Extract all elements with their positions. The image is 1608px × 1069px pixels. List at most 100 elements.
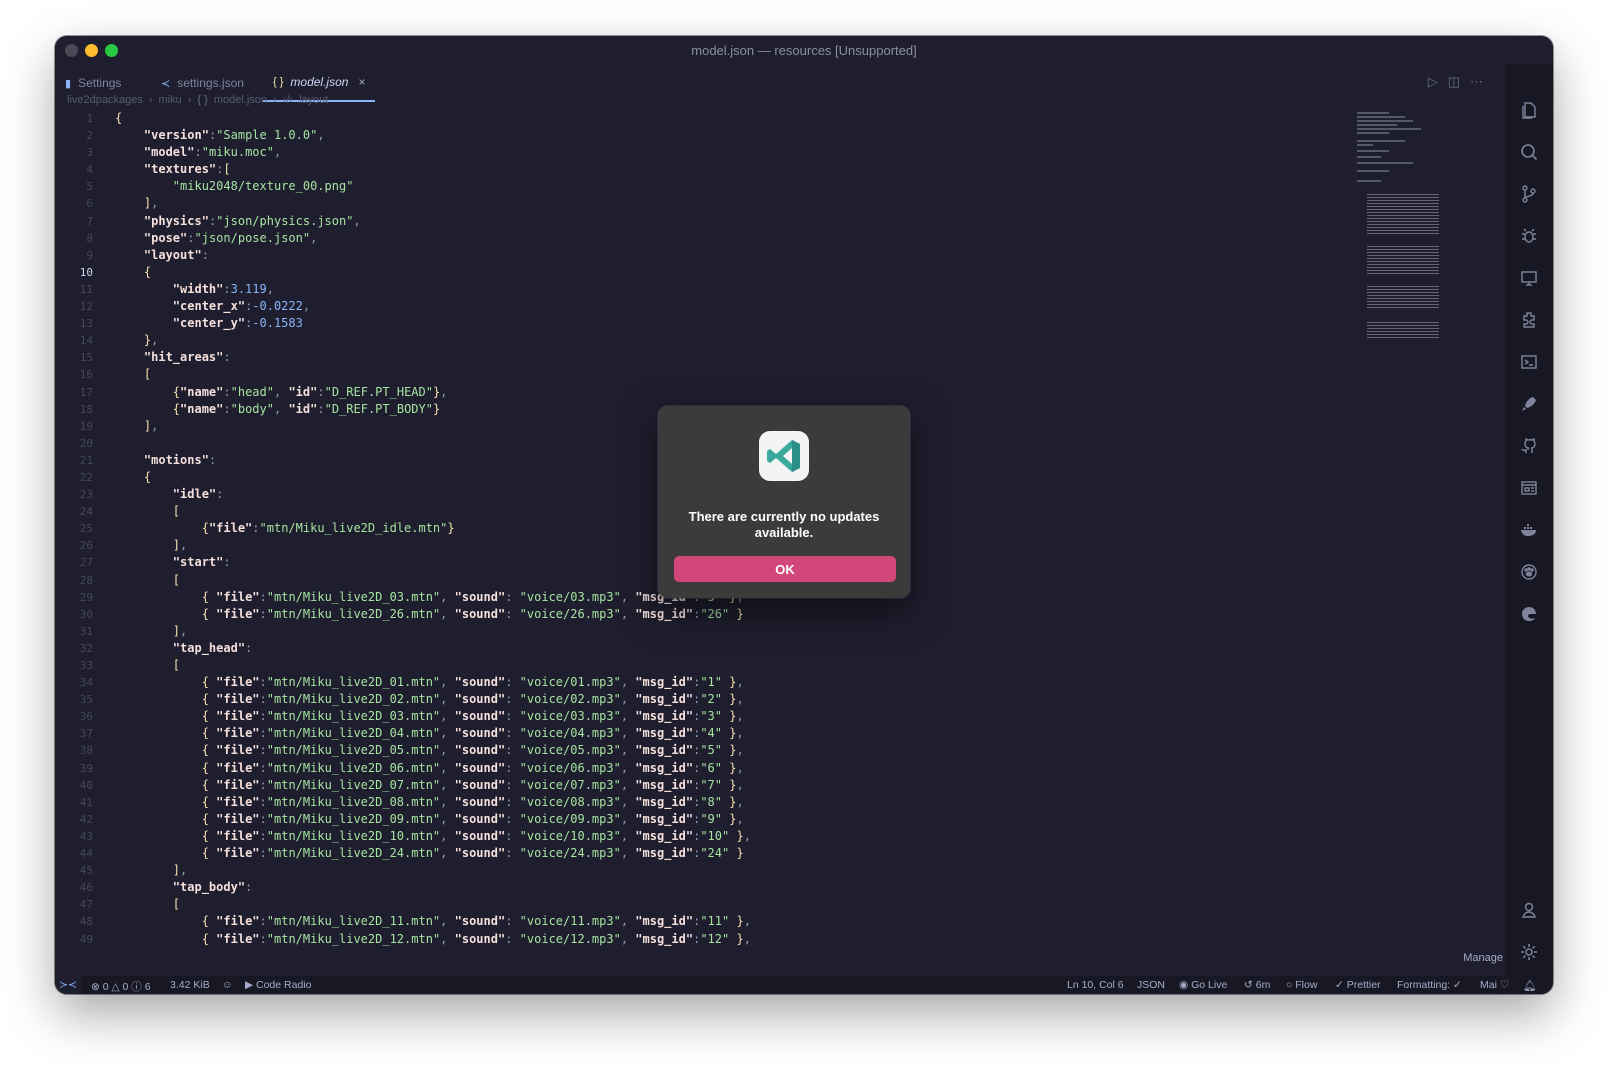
code-line[interactable]: 47 [ [55,896,1415,913]
debug-icon[interactable] [1505,222,1553,250]
code-line[interactable]: 33 [ [55,657,1415,674]
breadcrumb-item[interactable]: live2dpackages [67,94,143,106]
code-line[interactable]: 46 "tap_body": [55,879,1415,896]
code-text: {"name":"head", "id":"D_REF.PT_HEAD"}, [172,384,448,399]
code-line[interactable]: 39 { "file":"mtn/Miku_live2D_06.mtn", "s… [55,760,1415,777]
line-number: 35 [79,693,93,707]
code-line[interactable]: 11 "width":3.119, [55,281,1415,298]
docker-icon[interactable] [1505,516,1553,544]
code-line[interactable]: 48 { "file":"mtn/Miku_live2D_11.mtn", "s… [55,913,1415,930]
code-line[interactable]: 34 { "file":"mtn/Miku_live2D_01.mtn", "s… [55,674,1415,691]
code-line[interactable]: 36 { "file":"mtn/Miku_live2D_03.mtn", "s… [55,708,1415,725]
code-text: "version":"Sample 1.0.0", [143,128,325,143]
minimap-line [1357,156,1381,158]
go-live-button[interactable]: ◉ Go Live [1179,979,1227,991]
search-icon[interactable] [1505,138,1553,166]
problems-indicator[interactable]: ⊗ 0 △ 0 ⓘ 6 [91,979,151,994]
code-line[interactable]: 35 { "file":"mtn/Miku_live2D_02.mtn", "s… [55,691,1415,708]
explorer-icon[interactable] [1505,96,1553,124]
split-editor-icon[interactable]: ◫ [1448,74,1460,90]
rocket-icon[interactable] [1505,390,1553,418]
line-number: 40 [79,778,93,792]
code-line[interactable]: 42 { "file":"mtn/Miku_live2D_09.mtn", "s… [55,811,1415,828]
minimap-line [1357,132,1389,134]
time-tracker[interactable]: ↺ 6m [1244,979,1270,991]
code-line[interactable]: 37 { "file":"mtn/Miku_live2D_04.mtn", "s… [55,725,1415,742]
minimap-block [1367,286,1439,310]
code-line[interactable]: 4 "textures":[ [55,161,1415,178]
feedback-smiley-icon[interactable]: ☺ [222,979,233,991]
code-line[interactable]: 49 { "file":"mtn/Miku_live2D_12.mtn", "s… [55,931,1415,948]
breadcrumb-item[interactable]: miku [159,94,182,106]
code-line[interactable]: 30 { "file":"mtn/Miku_live2D_26.mtn", "s… [55,606,1415,623]
cursor-position[interactable]: Ln 10, Col 6 [1067,979,1124,991]
code-line[interactable]: 16 [ [55,366,1415,383]
code-radio-button[interactable]: ▶ Code Radio [245,979,311,991]
code-text: [ [172,572,181,587]
line-number: 34 [79,676,93,690]
breadcrumb-item[interactable]: layout [299,94,328,106]
code-line[interactable]: 17 {"name":"head", "id":"D_REF.PT_HEAD"}… [55,384,1415,401]
code-line[interactable]: 2 "version":"Sample 1.0.0", [55,127,1415,144]
code-line[interactable]: 5 "miku2048/texture_00.png" [55,178,1415,195]
line-number: 39 [79,761,93,775]
ok-button[interactable]: OK [674,556,896,582]
extensions-icon[interactable] [1505,306,1553,334]
code-line[interactable]: 44 { "file":"mtn/Miku_live2D_24.mtn", "s… [55,845,1415,862]
prettier-button[interactable]: ✓ Prettier [1335,979,1381,991]
code-line[interactable]: 9 "layout": [55,247,1415,264]
code-line[interactable]: 8 "pose":"json/pose.json", [55,230,1415,247]
chevron-right-icon: › [273,94,277,106]
check-double-icon: ✓ [1335,979,1344,991]
code-line[interactable]: 12 "center_x":-0.0222, [55,298,1415,315]
code-line[interactable]: 38 { "file":"mtn/Miku_live2D_05.mtn", "s… [55,742,1415,759]
remote-indicator-icon[interactable]: ≻≺ [55,976,81,994]
paw-icon[interactable] [1505,558,1553,586]
minimap[interactable] [1353,110,1443,360]
code-line[interactable]: 31 ], [55,623,1415,640]
code-line[interactable]: 15 "hit_areas": [55,349,1415,366]
line-number: 45 [79,864,93,878]
minimap-line [1357,180,1381,182]
code-line[interactable]: 40 { "file":"mtn/Miku_live2D_07.mtn", "s… [55,777,1415,794]
terminal-icon[interactable] [1505,348,1553,376]
breadcrumb-item[interactable]: model.json [214,94,267,106]
code-line[interactable]: 13 "center_y":-0.1583 [55,315,1415,332]
code-line[interactable]: 32 "tap_head": [55,640,1415,657]
browser-preview-icon[interactable] [1505,474,1553,502]
code-line[interactable]: 45 ], [55,862,1415,879]
vscode-icon: ≺ [161,77,171,90]
line-number: 13 [79,317,93,331]
line-number: 18 [79,402,93,416]
gear-icon[interactable] [1505,938,1553,966]
code-line[interactable]: 14 }, [55,332,1415,349]
code-line[interactable]: 7 "physics":"json/physics.json", [55,213,1415,230]
warning-icon: △ [111,981,120,993]
bell-icon[interactable]: 🔔︎ [1523,979,1536,992]
code-text: "center_x":-0.0222, [172,299,311,314]
formatting-toggle[interactable]: Formatting: ✓ [1397,979,1462,991]
code-line[interactable]: 10 { [55,264,1415,281]
code-line[interactable]: 43 { "file":"mtn/Miku_live2D_10.mtn", "s… [55,828,1415,845]
vscode-app-icon [759,431,809,481]
remote-explorer-icon[interactable] [1505,264,1553,292]
code-line[interactable]: 3 "model":"miku.moc", [55,144,1415,161]
close-tab-icon[interactable]: × [358,75,365,89]
source-control-icon[interactable] [1505,180,1553,208]
more-actions-icon[interactable]: ⋯ [1470,74,1483,90]
code-line[interactable]: 1{ [55,110,1415,127]
history-icon: ↺ [1244,979,1253,991]
flow-button[interactable]: ○ Flow [1286,979,1317,991]
run-icon[interactable]: ▷ [1428,74,1438,90]
warning-count: 0 [122,981,129,993]
line-number: 22 [79,470,93,484]
edge-browser-icon[interactable] [1505,600,1553,628]
code-line[interactable]: 6 ], [55,195,1415,212]
account-icon[interactable] [1505,896,1553,924]
user-status[interactable]: Mai ♡ [1480,979,1509,991]
language-mode[interactable]: JSON [1137,979,1165,991]
github-icon[interactable] [1505,432,1553,460]
code-line[interactable]: 41 { "file":"mtn/Miku_live2D_08.mtn", "s… [55,794,1415,811]
heart-icon: ♡ [1499,979,1510,991]
minimap-line [1357,120,1413,122]
